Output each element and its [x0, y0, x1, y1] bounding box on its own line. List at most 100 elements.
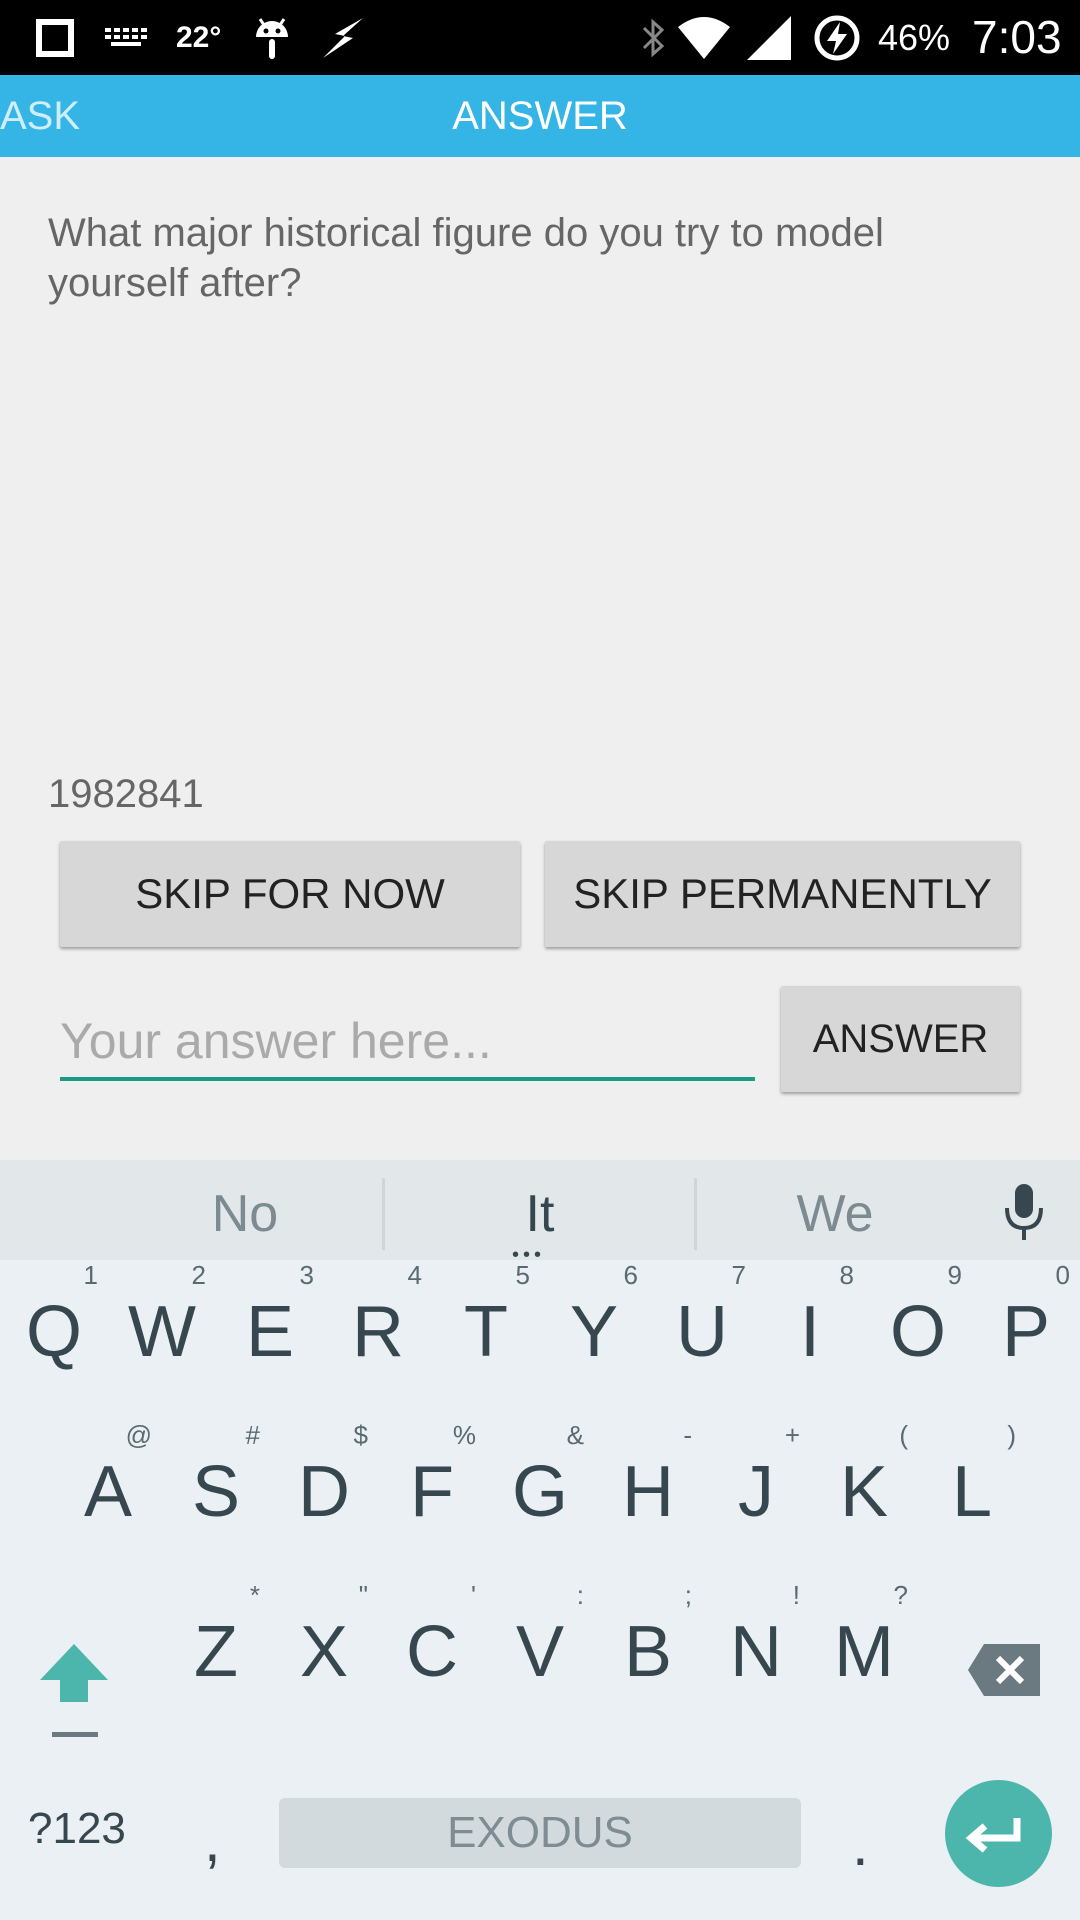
question-id: 1982841 [48, 772, 204, 816]
skip-permanently-button[interactable]: SKIP PERMANENTLY [545, 841, 1020, 947]
key-letter: D [298, 1452, 350, 1532]
bluetooth-icon [636, 0, 670, 75]
key-l[interactable]: ) L [922, 1406, 1022, 1546]
suggestion-1[interactable]: No [115, 1160, 375, 1260]
key-q[interactable]: 1Q [4, 1246, 104, 1386]
key-b[interactable]: ; B [598, 1566, 698, 1706]
key-hint: ) [1007, 1420, 1016, 1450]
wifi-icon [676, 0, 732, 75]
key-hint: " [358, 1580, 368, 1610]
key-letter: E [245, 1292, 295, 1372]
key-letter: P [1001, 1292, 1051, 1372]
answer-button[interactable]: ANSWER [781, 986, 1020, 1092]
key-hint: 0 [1055, 1260, 1070, 1290]
key-v[interactable]: :V [490, 1566, 590, 1706]
key-letter: T [464, 1292, 508, 1372]
key-letter: Z [194, 1612, 238, 1692]
keyboard-icon [104, 0, 150, 75]
microphone-icon[interactable] [1000, 1182, 1048, 1247]
key-letter: Q [25, 1292, 82, 1372]
key-o[interactable]: 9O [868, 1246, 968, 1386]
key-letter: M [834, 1612, 894, 1692]
key-h[interactable]: -H [598, 1406, 698, 1546]
status-bar: 22° 46% 7:03 [0, 0, 1080, 75]
key-hint: ; [684, 1580, 692, 1610]
key-letter: C [406, 1612, 458, 1692]
key-t[interactable]: 5T [436, 1246, 536, 1386]
key-j[interactable]: + J [706, 1406, 806, 1546]
key-e[interactable]: 3E [220, 1246, 320, 1386]
key-letter: J [738, 1452, 774, 1532]
key-k[interactable]: (K [814, 1406, 914, 1546]
key-g[interactable]: & G [490, 1406, 590, 1546]
space-key[interactable]: EXODUS [279, 1798, 801, 1868]
backspace-icon[interactable] [966, 1642, 1042, 1703]
clock: 7:03 [972, 11, 1062, 63]
key-hint: - [683, 1420, 692, 1450]
key-letter: N [730, 1612, 782, 1692]
period-key[interactable]: . [852, 1810, 869, 1879]
answer-input[interactable]: Your answer here... [60, 1005, 755, 1081]
key-letter: U [676, 1292, 728, 1372]
key-hint: + [784, 1420, 800, 1450]
suggestion-divider [694, 1178, 697, 1250]
key-c[interactable]: ' C [382, 1566, 482, 1706]
skip-for-now-button[interactable]: SKIP FOR NOW [60, 841, 520, 947]
suggestion-3[interactable]: We [700, 1160, 970, 1260]
shift-icon[interactable] [36, 1640, 112, 1745]
key-s[interactable]: # S [166, 1406, 266, 1546]
key-letter: Y [569, 1292, 619, 1372]
key-w[interactable]: 2W [112, 1246, 212, 1386]
key-letter: S [191, 1452, 241, 1532]
key-letter: I [799, 1292, 820, 1372]
comma-key[interactable]: , [204, 1806, 221, 1875]
tab-answer[interactable]: ANSWER [0, 75, 1080, 157]
key-letter: A [83, 1452, 133, 1532]
suggestion-divider [382, 1178, 385, 1250]
key-m[interactable]: ? M [814, 1566, 914, 1706]
key-hint: 7 [731, 1260, 746, 1290]
key-hint: 3 [299, 1260, 314, 1290]
symbols-key[interactable]: ?123 [28, 1804, 126, 1854]
key-x[interactable]: " X [274, 1566, 374, 1706]
key-hint: % [452, 1420, 476, 1450]
battery-charging-icon [812, 0, 862, 75]
key-hint: $ [353, 1420, 368, 1450]
key-u[interactable]: 7U [652, 1246, 752, 1386]
key-n[interactable]: ! N [706, 1566, 806, 1706]
key-p[interactable]: 0P [976, 1246, 1076, 1386]
key-hint: ' [471, 1580, 476, 1610]
key-letter: R [352, 1292, 404, 1372]
key-f[interactable]: % F [382, 1406, 482, 1546]
question-text: What major historical figure do you try … [48, 211, 884, 305]
key-d[interactable]: $ D [274, 1406, 374, 1546]
key-letter: F [410, 1452, 454, 1532]
battery-percent: 46% [878, 17, 951, 58]
key-hint: 6 [623, 1260, 638, 1290]
key-y[interactable]: 6Y [544, 1246, 644, 1386]
key-hint: # [245, 1420, 260, 1450]
key-hint: 8 [839, 1260, 854, 1290]
key-z[interactable]: * Z [166, 1566, 266, 1706]
tab-ask[interactable]: ASK [0, 75, 80, 157]
key-hint: * [249, 1580, 260, 1610]
key-hint: 2 [191, 1260, 206, 1290]
key-letter: B [623, 1612, 673, 1692]
key-hint: @ [125, 1420, 152, 1450]
key-hint: & [566, 1420, 584, 1450]
key-i[interactable]: 8I [760, 1246, 860, 1386]
tab-bar: ANSWER ASK [0, 75, 1080, 157]
enter-key[interactable] [945, 1780, 1052, 1887]
key-hint: ! [792, 1580, 800, 1610]
suggestion-strip: No It ••• We [0, 1160, 1080, 1266]
key-letter: K [839, 1452, 889, 1532]
notification-square-icon [34, 0, 76, 75]
key-letter: V [515, 1612, 565, 1692]
cell-signal-icon [742, 0, 794, 75]
key-hint: ( [899, 1420, 908, 1450]
key-letter: O [889, 1292, 946, 1372]
key-r[interactable]: 4R [328, 1246, 428, 1386]
key-letter: H [622, 1452, 674, 1532]
key-hint: 9 [947, 1260, 962, 1290]
key-a[interactable]: @ A [58, 1406, 158, 1546]
